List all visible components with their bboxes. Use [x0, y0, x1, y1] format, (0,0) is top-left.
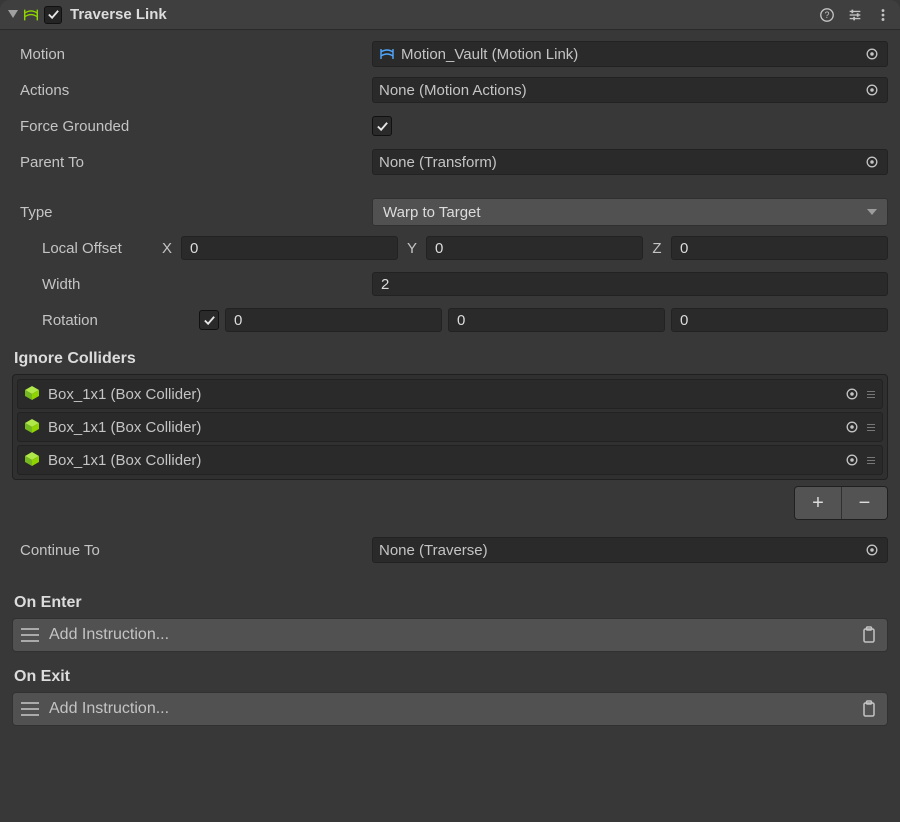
rotation-row: Rotation	[12, 304, 888, 336]
parent-to-field[interactable]: None (Transform)	[372, 149, 888, 175]
local-offset-x-input[interactable]	[181, 236, 398, 260]
type-value: Warp to Target	[383, 204, 481, 221]
force-grounded-row: Force Grounded	[12, 110, 888, 142]
component-title: Traverse Link	[70, 6, 818, 23]
parent-to-label: Parent To	[12, 154, 372, 171]
actions-label: Actions	[12, 82, 372, 99]
rotation-z-input[interactable]	[671, 308, 888, 332]
drag-handle-icon[interactable]	[866, 457, 876, 464]
list-icon	[21, 702, 39, 716]
ignore-colliders-label: Ignore Colliders	[12, 340, 888, 374]
clipboard-icon[interactable]	[859, 625, 879, 645]
continue-to-label: Continue To	[12, 542, 372, 559]
local-offset-label: Local Offset	[12, 240, 159, 257]
clipboard-icon[interactable]	[859, 699, 879, 719]
list-item-label: Box_1x1 (Box Collider)	[48, 419, 842, 436]
cube-icon	[24, 418, 42, 436]
cube-icon	[24, 451, 42, 469]
rotation-x-input[interactable]	[225, 308, 442, 332]
force-grounded-checkbox[interactable]	[372, 116, 392, 136]
width-row: Width	[12, 268, 888, 300]
actions-field[interactable]: None (Motion Actions)	[372, 77, 888, 103]
component-enabled-checkbox[interactable]	[44, 6, 62, 24]
drag-handle-icon[interactable]	[866, 424, 876, 431]
list-item-label: Box_1x1 (Box Collider)	[48, 386, 842, 403]
chevron-down-icon	[867, 204, 877, 221]
continue-to-value: None (Traverse)	[379, 542, 861, 559]
traverse-link-icon	[22, 6, 40, 24]
rotation-label: Rotation	[12, 312, 199, 329]
rotation-y-input[interactable]	[448, 308, 665, 332]
foldout-toggle[interactable]	[6, 8, 20, 22]
local-offset-z-input[interactable]	[671, 236, 888, 260]
type-dropdown[interactable]: Warp to Target	[372, 198, 888, 226]
svg-text:?: ?	[825, 10, 830, 20]
object-picker-icon[interactable]	[861, 79, 883, 101]
axis-x-label: X	[159, 240, 175, 257]
on-enter-placeholder: Add Instruction...	[49, 626, 859, 644]
remove-item-button[interactable]: −	[841, 487, 887, 519]
force-grounded-label: Force Grounded	[12, 118, 372, 135]
list-item-label: Box_1x1 (Box Collider)	[48, 452, 842, 469]
ignore-colliders-list: Box_1x1 (Box Collider) Box_1x1 (Box Coll…	[12, 374, 888, 480]
add-item-button[interactable]: +	[795, 487, 841, 519]
object-picker-icon[interactable]	[861, 43, 883, 65]
cube-icon	[24, 385, 42, 403]
object-picker-icon[interactable]	[861, 151, 883, 173]
list-buttons: + −	[12, 486, 888, 520]
parent-to-value: None (Transform)	[379, 154, 861, 171]
list-item[interactable]: Box_1x1 (Box Collider)	[17, 412, 883, 442]
motion-row: Motion Motion_Vault (Motion Link)	[12, 38, 888, 70]
local-offset-row: Local Offset X Y Z	[12, 232, 888, 264]
object-picker-icon[interactable]	[842, 417, 862, 437]
object-picker-icon[interactable]	[842, 384, 862, 404]
on-exit-label: On Exit	[12, 658, 888, 692]
help-icon[interactable]: ?	[818, 6, 836, 24]
motion-field[interactable]: Motion_Vault (Motion Link)	[372, 41, 888, 67]
motion-label: Motion	[12, 46, 372, 63]
rotation-checkbox[interactable]	[199, 310, 219, 330]
on-enter-add-instruction[interactable]: Add Instruction...	[12, 618, 888, 652]
inspector-component-panel: Traverse Link ? Motion	[0, 0, 900, 744]
object-picker-icon[interactable]	[861, 539, 883, 561]
axis-y-label: Y	[404, 240, 420, 257]
on-exit-add-instruction[interactable]: Add Instruction...	[12, 692, 888, 726]
type-label: Type	[12, 204, 372, 221]
continue-to-row: Continue To None (Traverse)	[12, 534, 888, 566]
component-header[interactable]: Traverse Link ?	[0, 0, 900, 30]
actions-value: None (Motion Actions)	[379, 82, 861, 99]
parent-to-row: Parent To None (Transform)	[12, 146, 888, 178]
component-body: Motion Motion_Vault (Motion Link) Action…	[0, 30, 900, 744]
motion-link-icon	[379, 46, 395, 62]
list-item[interactable]: Box_1x1 (Box Collider)	[17, 445, 883, 475]
on-enter-label: On Enter	[12, 584, 888, 618]
list-item[interactable]: Box_1x1 (Box Collider)	[17, 379, 883, 409]
motion-value: Motion_Vault (Motion Link)	[401, 46, 861, 63]
continue-to-field[interactable]: None (Traverse)	[372, 537, 888, 563]
width-label: Width	[12, 276, 372, 293]
local-offset-y-input[interactable]	[426, 236, 643, 260]
object-picker-icon[interactable]	[842, 450, 862, 470]
type-row: Type Warp to Target	[12, 196, 888, 228]
on-exit-placeholder: Add Instruction...	[49, 700, 859, 718]
drag-handle-icon[interactable]	[866, 391, 876, 398]
width-input[interactable]	[372, 272, 888, 296]
preset-icon[interactable]	[846, 6, 864, 24]
axis-z-label: Z	[649, 240, 665, 257]
actions-row: Actions None (Motion Actions)	[12, 74, 888, 106]
list-icon	[21, 628, 39, 642]
context-menu-icon[interactable]	[874, 6, 892, 24]
